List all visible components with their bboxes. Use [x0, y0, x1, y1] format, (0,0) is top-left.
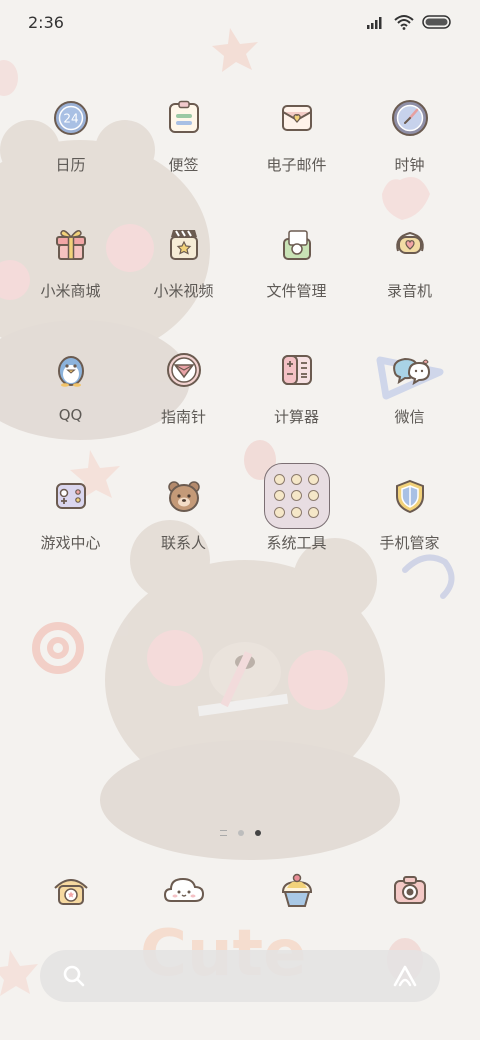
compass-icon	[166, 353, 201, 387]
cupcake-browser-icon	[281, 873, 312, 907]
status-bar: 2:36	[0, 0, 480, 44]
bear-contacts-icon	[167, 481, 200, 512]
app-mi-video[interactable]: 小米视频	[127, 218, 240, 344]
app-label: 指南针	[160, 408, 206, 426]
dock-phone[interactable]	[14, 862, 127, 918]
phone-icon	[53, 879, 88, 905]
dock-browser[interactable]	[240, 862, 353, 918]
app-label: 游戏中心	[40, 534, 101, 552]
app-mi-store[interactable]: 小米商城	[14, 218, 127, 344]
app-security[interactable]: 手机管家	[353, 470, 466, 596]
calendar-icon: 24	[53, 101, 88, 135]
search-icon[interactable]	[62, 964, 86, 988]
page-dot	[237, 830, 244, 836]
app-label: QQ	[58, 406, 83, 424]
dock-messages[interactable]	[127, 862, 240, 918]
app-label: 小米商城	[40, 282, 101, 300]
recorder-icon	[395, 231, 424, 254]
app-label: 系统工具	[266, 534, 327, 552]
app-notes[interactable]: 便签	[127, 92, 240, 218]
app-compass[interactable]: 指南针	[127, 344, 240, 470]
folder-icon	[263, 463, 330, 529]
battery-icon	[422, 15, 451, 29]
dock-camera[interactable]	[353, 862, 466, 918]
app-file-manager[interactable]: 文件管理	[240, 218, 353, 344]
app-clock[interactable]: 时钟	[353, 92, 466, 218]
email-icon	[281, 105, 312, 131]
app-label: 手机管家	[379, 534, 440, 552]
cloud-messages-icon	[163, 877, 204, 902]
app-label: 文件管理	[266, 282, 327, 300]
app-label: 联系人	[160, 534, 206, 552]
video-icon	[169, 230, 198, 260]
app-label: 日历	[55, 156, 86, 174]
app-contacts[interactable]: 联系人	[127, 470, 240, 596]
page-dot-active	[254, 830, 261, 836]
calendar-badge: 24	[63, 112, 78, 126]
app-label: 微信	[394, 408, 425, 426]
wechat-icon	[392, 357, 430, 386]
clock-icon	[391, 100, 428, 136]
assistant-icon[interactable]	[392, 964, 418, 988]
app-wechat[interactable]: 微信	[353, 344, 466, 470]
app-label: 便签	[168, 156, 199, 174]
app-label: 小米视频	[153, 282, 214, 300]
signal-icon	[367, 17, 382, 29]
dock	[0, 862, 480, 918]
gift-icon	[55, 230, 86, 260]
page-indicator[interactable]	[0, 830, 480, 836]
app-calculator[interactable]: 计算器	[240, 344, 353, 470]
qq-penguin-icon	[57, 356, 84, 387]
wifi-icon	[394, 15, 414, 30]
gamepad-icon	[55, 483, 86, 509]
app-label: 时钟	[394, 156, 425, 174]
app-game-center[interactable]: 游戏中心	[14, 470, 127, 596]
folder-system-tools[interactable]: 系统工具	[240, 463, 353, 596]
app-label: 录音机	[386, 282, 432, 300]
app-calendar[interactable]: 24 日历	[14, 92, 127, 218]
file-manager-icon	[282, 230, 311, 260]
app-recorder[interactable]: 录音机	[353, 218, 466, 344]
calculator-icon	[281, 355, 312, 385]
page-indicator-menu	[219, 830, 227, 836]
shield-icon	[395, 479, 424, 514]
app-label: 电子邮件	[266, 156, 327, 174]
search-bar[interactable]	[40, 950, 440, 1002]
status-time: 2:36	[28, 12, 64, 32]
app-label: 计算器	[273, 408, 319, 426]
app-grid: 24 日历 便签 电子邮件 时钟 小米商城 小米视频 文件管理 录音机 QQ 指…	[0, 92, 480, 596]
app-qq[interactable]: QQ	[14, 344, 127, 470]
notes-icon	[168, 100, 199, 133]
app-email[interactable]: 电子邮件	[240, 92, 353, 218]
camera-icon	[393, 876, 426, 904]
